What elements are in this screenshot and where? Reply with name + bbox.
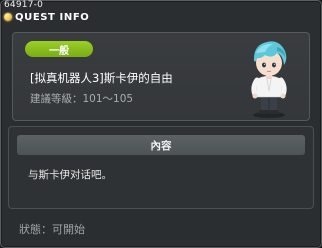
quest-status: 狀態：可開始 — [19, 223, 85, 236]
quest-description: 与斯卡伊对话吧。 — [28, 169, 112, 181]
npc-portrait — [251, 41, 287, 118]
category-badge: 一般 — [25, 41, 93, 57]
quest-name: [拟真机器人3]斯卡伊的自由 — [30, 71, 173, 85]
lightbulb-icon — [4, 13, 12, 21]
quest-header-panel: 一般 [拟真机器人3]斯卡伊的自由 建議等級：101～105 — [12, 32, 310, 121]
quest-info-window: 64917-0 QUEST INFO 一般 [拟真机器人3]斯卡伊的自由 建議等… — [0, 0, 322, 248]
quest-id: 64917-0 — [4, 0, 44, 10]
quest-level-requirement: 建議等級：101～105 — [30, 93, 134, 105]
title-bar[interactable]: QUEST INFO — [4, 10, 89, 24]
content-panel: 內容 与斯卡伊对话吧。 — [8, 126, 314, 209]
content-header: 內容 — [17, 135, 305, 155]
window-title: QUEST INFO — [15, 11, 90, 23]
